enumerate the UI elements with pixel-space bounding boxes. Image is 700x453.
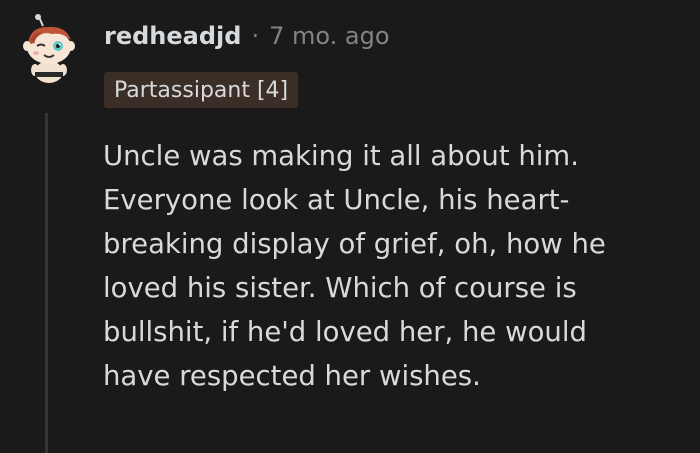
username-link[interactable]: redheadjd <box>104 22 241 50</box>
comment-body-line: Everyone look at Uncle, his heart- <box>103 184 570 216</box>
snoo-avatar-icon <box>23 14 75 83</box>
user-avatar[interactable] <box>16 14 82 84</box>
comment-body-line: Uncle was making it all about him. <box>103 140 579 172</box>
comment-body-line: loved his sister. Which of course is <box>103 272 577 304</box>
user-flair: Partassipant [4] <box>104 72 299 108</box>
comment-body: Uncle was making it all about him. Every… <box>103 134 683 398</box>
comment-body-line: breaking display of grief, oh, how he <box>103 228 606 260</box>
timestamp[interactable]: 7 mo. ago <box>269 22 389 50</box>
meta-separator: · <box>251 22 260 50</box>
thread-line[interactable] <box>45 113 48 453</box>
comment: redheadjd · 7 mo. ago Partassipant [4] U… <box>0 0 700 453</box>
comment-meta: redheadjd · 7 mo. ago <box>104 22 390 50</box>
comment-body-line: have respected her wishes. <box>103 360 481 392</box>
comment-body-line: bullshit, if he'd loved her, he would <box>103 316 587 348</box>
